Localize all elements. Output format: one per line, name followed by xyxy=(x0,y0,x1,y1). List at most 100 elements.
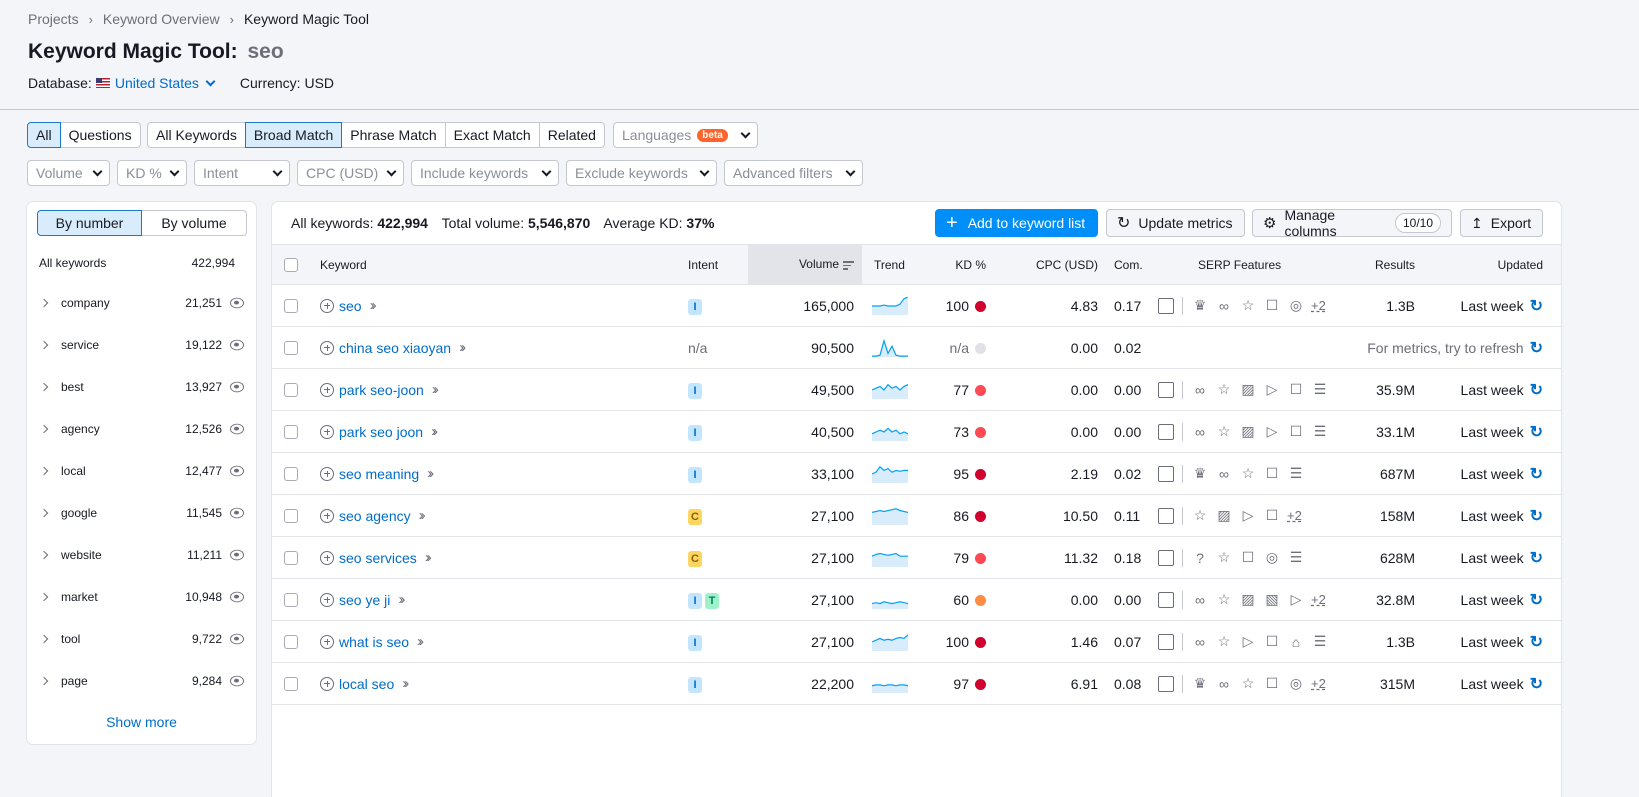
eye-icon[interactable] xyxy=(230,591,244,603)
row-checkbox[interactable] xyxy=(284,382,298,397)
group-item[interactable]: agency 12,526 xyxy=(27,408,256,450)
tab-exact-match[interactable]: Exact Match xyxy=(444,122,540,148)
serp-snapshot-icon[interactable] xyxy=(1158,423,1174,440)
col-serp-features[interactable]: SERP Features xyxy=(1158,244,1332,285)
tab-related[interactable]: Related xyxy=(538,122,605,148)
col-keyword[interactable]: Keyword xyxy=(310,244,686,285)
col-volume[interactable]: Volume xyxy=(748,244,862,285)
serp-snapshot-icon[interactable] xyxy=(1158,549,1174,566)
filter-volume[interactable]: Volume xyxy=(27,160,110,186)
tab-phrase-match[interactable]: Phrase Match xyxy=(341,122,446,148)
keyword-link[interactable]: seo agency xyxy=(339,508,411,524)
chevron-right-icon[interactable] xyxy=(39,676,49,686)
manage-columns-button[interactable]: ⚙ Manage columns 10/10 xyxy=(1252,207,1452,239)
serp-snapshot-icon[interactable] xyxy=(1158,507,1174,524)
keyword-link[interactable]: local seo xyxy=(339,676,394,692)
refresh-icon[interactable]: ↻ xyxy=(1530,296,1543,316)
refresh-icon[interactable]: ↻ xyxy=(1530,506,1543,526)
col-com[interactable]: Com. xyxy=(1106,244,1158,285)
eye-icon[interactable] xyxy=(230,675,244,687)
serp-more[interactable]: +2 xyxy=(1311,676,1326,691)
breadcrumb-keyword-overview[interactable]: Keyword Overview xyxy=(103,11,220,27)
col-updated[interactable]: Updated xyxy=(1425,244,1561,285)
select-all-checkbox[interactable] xyxy=(284,257,298,272)
eye-icon[interactable] xyxy=(230,465,244,477)
serp-snapshot-icon[interactable] xyxy=(1158,465,1174,482)
add-keyword-icon[interactable] xyxy=(320,676,334,691)
serp-snapshot-icon[interactable] xyxy=(1158,381,1174,398)
tab-questions[interactable]: Questions xyxy=(59,122,141,148)
row-checkbox[interactable] xyxy=(284,424,298,439)
serp-snapshot-icon[interactable] xyxy=(1158,633,1174,650)
refresh-icon[interactable]: ↻ xyxy=(1530,590,1543,610)
serp-snapshot-icon[interactable] xyxy=(1158,675,1174,692)
eye-icon[interactable] xyxy=(230,381,244,393)
row-checkbox[interactable] xyxy=(284,634,298,649)
eye-icon[interactable] xyxy=(230,339,244,351)
group-item[interactable]: website 11,211 xyxy=(27,534,256,576)
row-checkbox[interactable] xyxy=(284,340,298,355)
chevron-right-icon[interactable] xyxy=(39,382,49,392)
refresh-icon[interactable]: ↻ xyxy=(1530,422,1543,442)
chevron-right-icon[interactable] xyxy=(39,508,49,518)
col-results[interactable]: Results xyxy=(1332,244,1425,285)
row-checkbox[interactable] xyxy=(284,466,298,481)
group-item[interactable]: company 21,251 xyxy=(27,282,256,324)
refresh-icon[interactable]: ↻ xyxy=(1530,548,1543,568)
group-item[interactable]: tool 9,722 xyxy=(27,618,256,660)
row-checkbox[interactable] xyxy=(284,550,298,565)
group-item[interactable]: market 10,948 xyxy=(27,576,256,618)
row-checkbox[interactable] xyxy=(284,592,298,607)
col-intent[interactable]: Intent xyxy=(686,244,748,285)
keyword-link[interactable]: seo ye ji xyxy=(339,592,390,608)
refresh-icon[interactable]: ↻ xyxy=(1530,674,1543,694)
double-chevron-icon[interactable]: ›› xyxy=(425,549,432,566)
add-keyword-icon[interactable] xyxy=(320,382,334,397)
refresh-icon[interactable]: ↻ xyxy=(1530,380,1543,400)
add-keyword-icon[interactable] xyxy=(320,466,334,481)
add-keyword-icon[interactable] xyxy=(320,424,334,439)
group-item[interactable]: best 13,927 xyxy=(27,366,256,408)
double-chevron-icon[interactable]: ›› xyxy=(402,675,409,692)
row-checkbox[interactable] xyxy=(284,298,298,313)
group-item[interactable]: google 11,545 xyxy=(27,492,256,534)
chevron-right-icon[interactable] xyxy=(39,340,49,350)
keyword-link[interactable]: seo services xyxy=(339,550,417,566)
keyword-link[interactable]: seo xyxy=(339,298,362,314)
double-chevron-icon[interactable]: ›› xyxy=(398,591,405,608)
double-chevron-icon[interactable]: ›› xyxy=(431,423,438,440)
double-chevron-icon[interactable]: ›› xyxy=(370,297,377,314)
add-keyword-icon[interactable] xyxy=(320,340,334,355)
by-volume-button[interactable]: By volume xyxy=(142,210,247,236)
refresh-icon[interactable]: ↻ xyxy=(1530,338,1543,358)
group-item[interactable]: local 12,477 xyxy=(27,450,256,492)
eye-icon[interactable] xyxy=(230,297,244,309)
keyword-link[interactable]: what is seo xyxy=(339,634,409,650)
chevron-right-icon[interactable] xyxy=(39,592,49,602)
row-checkbox[interactable] xyxy=(284,508,298,523)
keyword-link[interactable]: seo meaning xyxy=(339,466,419,482)
chevron-right-icon[interactable] xyxy=(39,298,49,308)
show-more-link[interactable]: Show more xyxy=(27,714,256,730)
filter-include-keywords[interactable]: Include keywords xyxy=(411,160,559,186)
tab-all-keywords[interactable]: All Keywords xyxy=(147,122,246,148)
filter-cpc[interactable]: CPC (USD) xyxy=(297,160,404,186)
add-keyword-icon[interactable] xyxy=(320,508,334,523)
filter-kd[interactable]: KD % xyxy=(117,160,187,186)
keyword-link[interactable]: park seo-joon xyxy=(339,382,424,398)
eye-icon[interactable] xyxy=(230,549,244,561)
serp-more[interactable]: +2 xyxy=(1311,298,1326,313)
double-chevron-icon[interactable]: ›› xyxy=(427,465,434,482)
eye-icon[interactable] xyxy=(230,507,244,519)
add-to-keyword-list-button[interactable]: + Add to keyword list xyxy=(935,209,1098,237)
double-chevron-icon[interactable]: ›› xyxy=(417,633,424,650)
col-cpc[interactable]: CPC (USD) xyxy=(990,244,1106,285)
by-number-button[interactable]: By number xyxy=(37,210,142,236)
refresh-icon[interactable]: ↻ xyxy=(1530,464,1543,484)
filter-intent[interactable]: Intent xyxy=(194,160,290,186)
tab-broad-match[interactable]: Broad Match xyxy=(244,122,343,148)
serp-snapshot-icon[interactable] xyxy=(1158,591,1174,608)
all-keywords-group[interactable]: All keywords 422,994 xyxy=(39,256,235,270)
double-chevron-icon[interactable]: ›› xyxy=(432,381,439,398)
serp-more[interactable]: +2 xyxy=(1287,508,1302,523)
